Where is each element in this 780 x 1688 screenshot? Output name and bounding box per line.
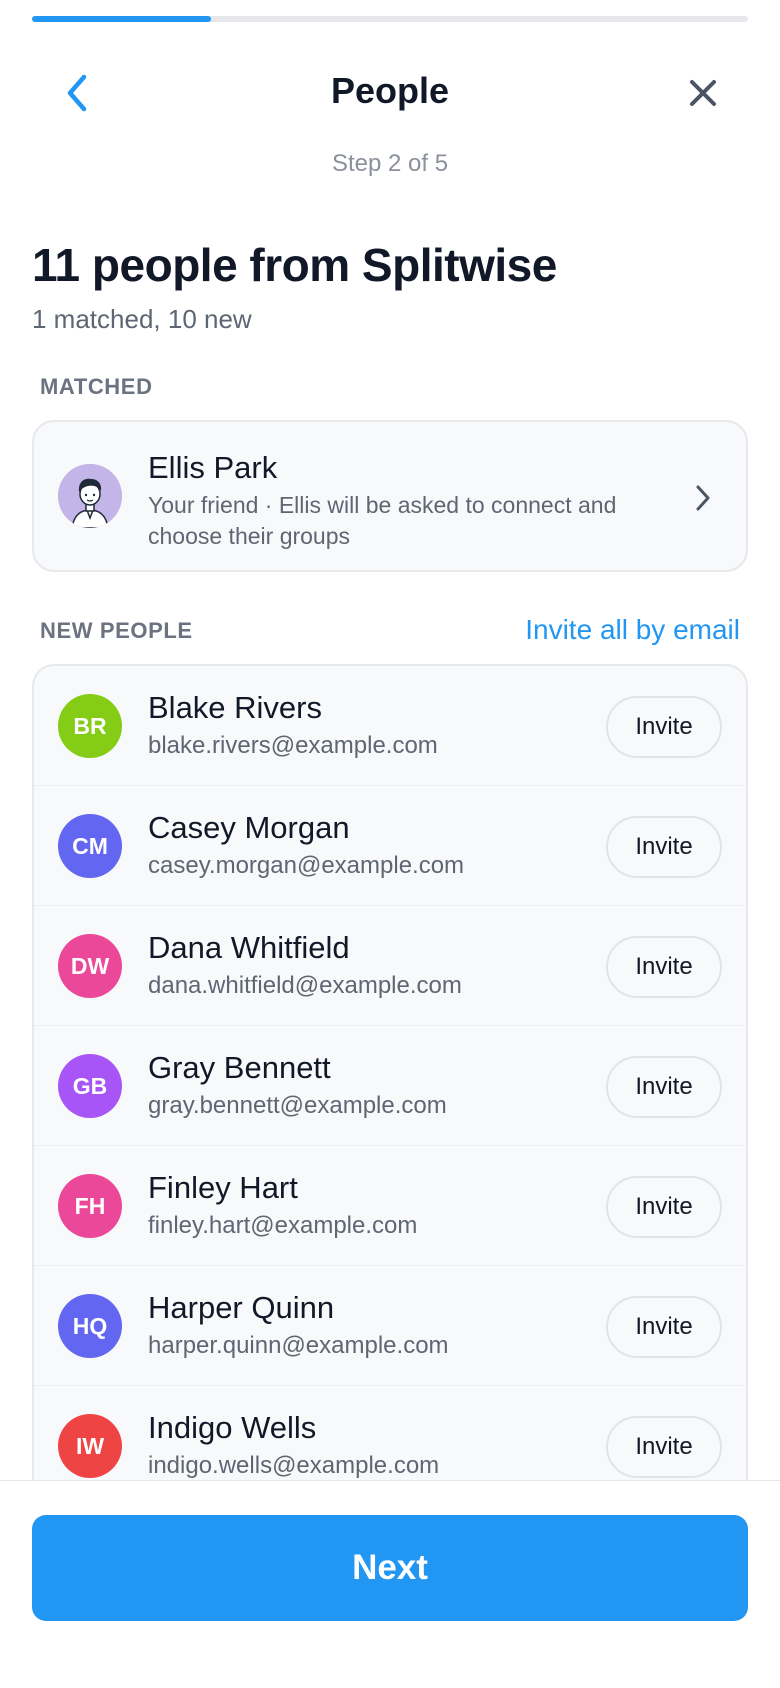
progress-bar [32,16,748,22]
avatar [58,464,122,528]
avatar: DW [58,934,122,998]
invite-all-by-email-link[interactable]: Invite all by email [525,614,740,646]
person-row: BR Blake Rivers blake.rivers@example.com In… [34,666,746,786]
avatar: BR [58,694,122,758]
close-icon [690,80,716,106]
person-row: DW Dana Whitfield dana.whitfield@example.c… [34,906,746,1026]
person-name: Gray Bennett [148,1050,331,1085]
avatar: GB [58,1054,122,1118]
person-name: Dana Whitfield [148,930,350,965]
invite-button[interactable]: Invite [606,1416,722,1478]
avatar: FH [58,1174,122,1238]
matched-person-name: Ellis Park [148,450,278,485]
step-indicator: Step 2 of 5 [331,150,449,177]
person-name: Blake Rivers [148,690,322,725]
person-email: harper.quinn@example.com [148,1332,449,1359]
person-email: blake.rivers@example.com [148,732,438,759]
invite-button[interactable]: Invite [606,1176,722,1238]
matched-section-label: MATCHED [40,374,153,399]
person-row: FH Finley Hart finley.hart@example.com Invi… [34,1146,746,1266]
person-email: casey.morgan@example.com [148,852,465,879]
person-row: HQ Harper Quinn harper.quinn@example.com In… [34,1266,746,1386]
person-name: Harper Quinn [148,1290,335,1325]
avatar: CM [58,814,122,878]
person-row: GB Gray Bennett gray.bennett@example.com In… [34,1026,746,1146]
new-people-list: BR Blake Rivers blake.rivers@example.com In… [32,664,748,1484]
progress-bar-fill [32,16,211,22]
invite-button[interactable]: Invite [606,1056,722,1118]
person-email: gray.bennett@example.com [148,1092,447,1119]
invite-button[interactable]: Invite [606,816,722,878]
person-row: CM Casey Morgan casey.morgan@example.com In… [34,786,746,906]
page-title: People [330,70,450,111]
summary-title: 11 people from Splitwise [32,239,557,291]
person-illustration-icon [58,464,122,528]
footer: Next [0,1480,780,1688]
header: People [0,50,780,130]
person-name: Indigo Wells [148,1410,317,1445]
summary-subtitle: 1 matched, 10 new [32,304,252,334]
invite-button[interactable]: Invite [606,696,722,758]
person-name: Casey Morgan [148,810,350,845]
matched-person-card[interactable]: Ellis Park Your friend · Ellis will be a… [32,420,748,572]
close-button[interactable] [678,68,728,118]
avatar: IW [58,1414,122,1478]
invite-button[interactable]: Invite [606,936,722,998]
chevron-right-icon [688,478,718,518]
person-email: indigo.wells@example.com [148,1452,440,1479]
person-email: dana.whitfield@example.com [148,972,462,999]
person-name: Finley Hart [148,1170,298,1205]
avatar: HQ [58,1294,122,1358]
person-email: finley.hart@example.com [148,1212,418,1239]
invite-button[interactable]: Invite [606,1296,722,1358]
matched-person-description: Your friend · Ellis will be asked to con… [148,492,617,549]
next-button[interactable]: Next [32,1515,748,1621]
person-row: IW Indigo Wells indigo.wells@example.com In… [34,1386,746,1484]
new-people-section-label: NEW PEOPLE [40,618,193,643]
